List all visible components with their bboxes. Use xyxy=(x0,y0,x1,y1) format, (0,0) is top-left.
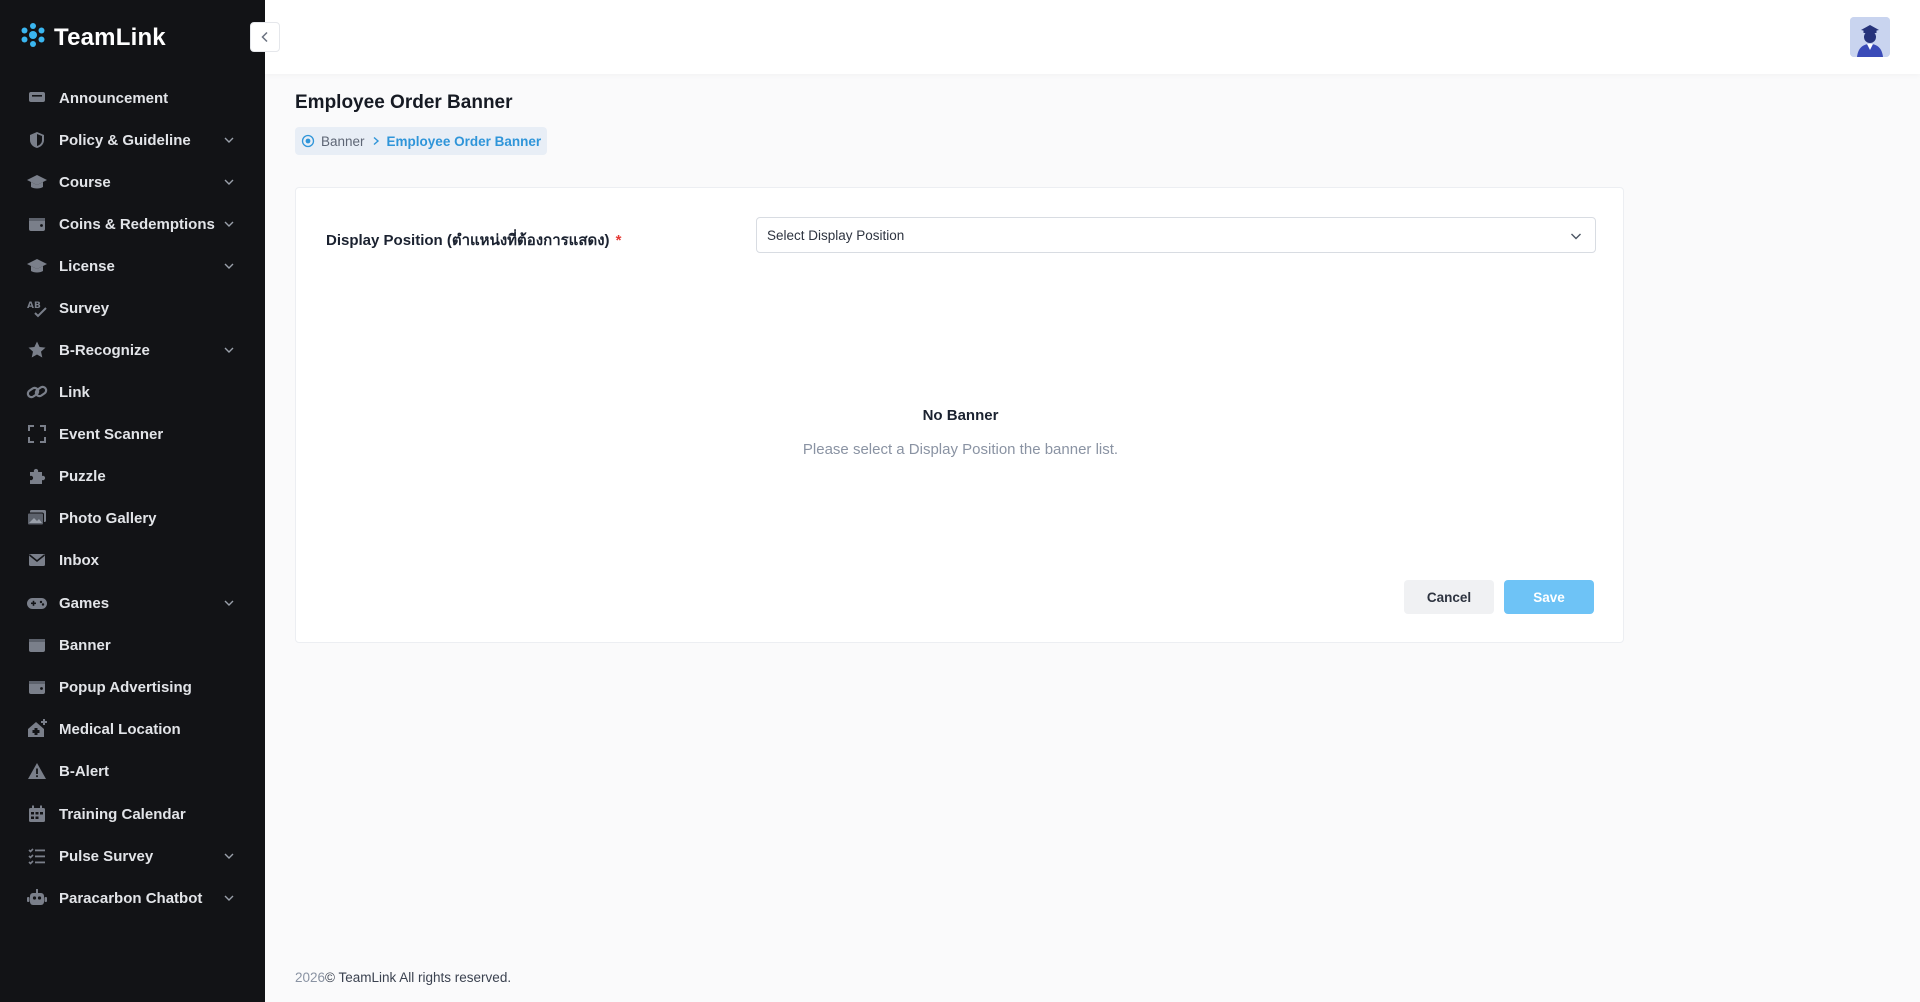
logo[interactable]: TeamLink xyxy=(20,22,166,53)
sidebar-item-banner[interactable]: Banner xyxy=(0,625,265,665)
sidebar-item-puzzle[interactable]: Puzzle xyxy=(0,456,265,496)
sidebar-nav: Announcement Policy & Guideline Course C… xyxy=(0,78,265,928)
sidebar-item-label: Link xyxy=(59,383,90,401)
announcement-icon xyxy=(26,87,48,109)
photo-icon xyxy=(26,507,48,529)
sidebar-item-label: Banner xyxy=(59,636,111,654)
sidebar-item-policy-guideline[interactable]: Policy & Guideline xyxy=(0,120,265,160)
cancel-button[interactable]: Cancel xyxy=(1404,580,1494,614)
scan-icon xyxy=(26,423,48,445)
sidebar-item-label: License xyxy=(59,257,115,275)
chevron-down-icon xyxy=(224,600,234,606)
user-avatar[interactable] xyxy=(1850,17,1890,57)
footer-copyright: © TeamLink All rights reserved. xyxy=(325,970,512,985)
sidebar-item-popup-advertising[interactable]: Popup Advertising xyxy=(0,667,265,707)
empty-state-title: No Banner xyxy=(922,407,999,424)
required-mark: * xyxy=(615,232,622,249)
display-position-select-value: Select Display Position xyxy=(767,227,905,243)
sidebar-item-license[interactable]: License xyxy=(0,246,265,286)
display-position-label-text: Display Position (ตำแหน่งที่ต้องการแสดง) xyxy=(326,232,610,249)
chevron-down-icon xyxy=(224,179,234,185)
sidebar-item-label: Medical Location xyxy=(59,720,181,738)
teamlink-logo-icon xyxy=(20,22,46,53)
sidebar: TeamLink Announcement Policy & Guideline… xyxy=(0,0,265,1002)
mail-icon xyxy=(26,549,48,571)
user-avatar-icon xyxy=(1850,17,1890,57)
checklist-icon xyxy=(26,845,48,867)
medical-house-icon xyxy=(26,718,48,740)
sidebar-item-label: Course xyxy=(59,173,111,191)
sidebar-item-label: Announcement xyxy=(59,89,169,107)
chevron-down-icon xyxy=(224,895,234,901)
sidebar-item-label: Paracarbon Chatbot xyxy=(59,889,203,907)
link-icon xyxy=(26,381,48,403)
sidebar-item-label: B-Alert xyxy=(59,762,110,780)
sidebar-item-label: Survey xyxy=(59,299,110,317)
warning-icon xyxy=(26,760,48,782)
sidebar-item-label: Popup Advertising xyxy=(59,678,192,696)
chevron-down-icon xyxy=(224,347,234,353)
chevron-down-icon xyxy=(224,853,234,859)
sidebar-item-games[interactable]: Games xyxy=(0,583,265,623)
sidebar-item-survey[interactable]: AB Survey xyxy=(0,288,265,328)
sidebar-item-label: Policy & Guideline xyxy=(59,131,191,149)
sidebar-collapse-button[interactable] xyxy=(250,22,280,52)
sidebar-item-label: Event Scanner xyxy=(59,425,164,443)
chevron-down-icon xyxy=(1571,233,1581,240)
sidebar-item-pulse-survey[interactable]: Pulse Survey xyxy=(0,836,265,876)
sidebar-item-label: Photo Gallery xyxy=(59,509,157,527)
sidebar-item-b-recognize[interactable]: B-Recognize xyxy=(0,330,265,370)
chevron-down-icon xyxy=(224,263,234,269)
footer: 2026© TeamLink All rights reserved. xyxy=(295,970,511,985)
chevron-down-icon xyxy=(224,137,234,143)
sidebar-item-paracarbon-chatbot[interactable]: Paracarbon Chatbot xyxy=(0,878,265,918)
chevron-right-icon xyxy=(373,136,379,146)
svg-text:AB: AB xyxy=(27,301,41,311)
sidebar-item-label: Coins & Redemptions xyxy=(59,215,215,233)
chevron-left-icon xyxy=(261,31,268,43)
gamepad-icon xyxy=(26,592,48,614)
breadcrumb-current: Employee Order Banner xyxy=(386,133,542,149)
sidebar-item-label: Pulse Survey xyxy=(59,847,154,865)
graduation-cap-icon xyxy=(26,255,48,277)
puzzle-icon xyxy=(26,465,48,487)
sidebar-item-label: Games xyxy=(59,594,110,612)
star-icon xyxy=(26,339,48,361)
sidebar-item-coins-redemptions[interactable]: Coins & Redemptions xyxy=(0,204,265,244)
banner-order-card: Display Position (ตำแหน่งที่ต้องการแสดง)… xyxy=(295,187,1624,643)
display-position-label: Display Position (ตำแหน่งที่ต้องการแสดง)… xyxy=(326,228,621,252)
graduation-cap-icon xyxy=(26,171,48,193)
logo-text: TeamLink xyxy=(54,23,166,51)
calendar-icon xyxy=(26,803,48,825)
target-icon xyxy=(301,134,315,148)
top-bar xyxy=(265,0,1920,74)
sidebar-item-label: Training Calendar xyxy=(59,805,186,823)
save-button[interactable]: Save xyxy=(1504,580,1594,614)
sidebar-item-event-scanner[interactable]: Event Scanner xyxy=(0,414,265,454)
banner-icon xyxy=(26,634,48,656)
sidebar-item-b-alert[interactable]: B-Alert xyxy=(0,751,265,791)
spellcheck-icon: AB xyxy=(26,297,48,319)
breadcrumb: Banner Employee Order Banner xyxy=(295,127,548,155)
sidebar-item-label: B-Recognize xyxy=(59,341,150,359)
chevron-down-icon xyxy=(224,221,234,227)
wallet-icon xyxy=(26,213,48,235)
empty-state-subtitle: Please select a Display Position the ban… xyxy=(802,441,1119,458)
sidebar-item-medical-location[interactable]: Medical Location xyxy=(0,709,265,749)
sidebar-item-label: Puzzle xyxy=(59,467,106,485)
display-position-select[interactable]: Select Display Position xyxy=(756,217,1596,253)
page-title: Employee Order Banner xyxy=(295,92,513,113)
footer-year: 2026 xyxy=(295,970,326,985)
breadcrumb-link-banner[interactable]: Banner xyxy=(321,134,365,149)
sidebar-item-course[interactable]: Course xyxy=(0,162,265,202)
wallet-icon xyxy=(26,676,48,698)
sidebar-item-photo-gallery[interactable]: Photo Gallery xyxy=(0,498,265,538)
sidebar-item-label: Inbox xyxy=(59,551,99,569)
sidebar-item-training-calendar[interactable]: Training Calendar xyxy=(0,794,265,834)
shield-icon xyxy=(26,129,48,151)
sidebar-item-inbox[interactable]: Inbox xyxy=(0,540,265,580)
sidebar-item-announcement[interactable]: Announcement xyxy=(0,78,265,118)
robot-icon xyxy=(26,887,48,909)
sidebar-item-link[interactable]: Link xyxy=(0,372,265,412)
